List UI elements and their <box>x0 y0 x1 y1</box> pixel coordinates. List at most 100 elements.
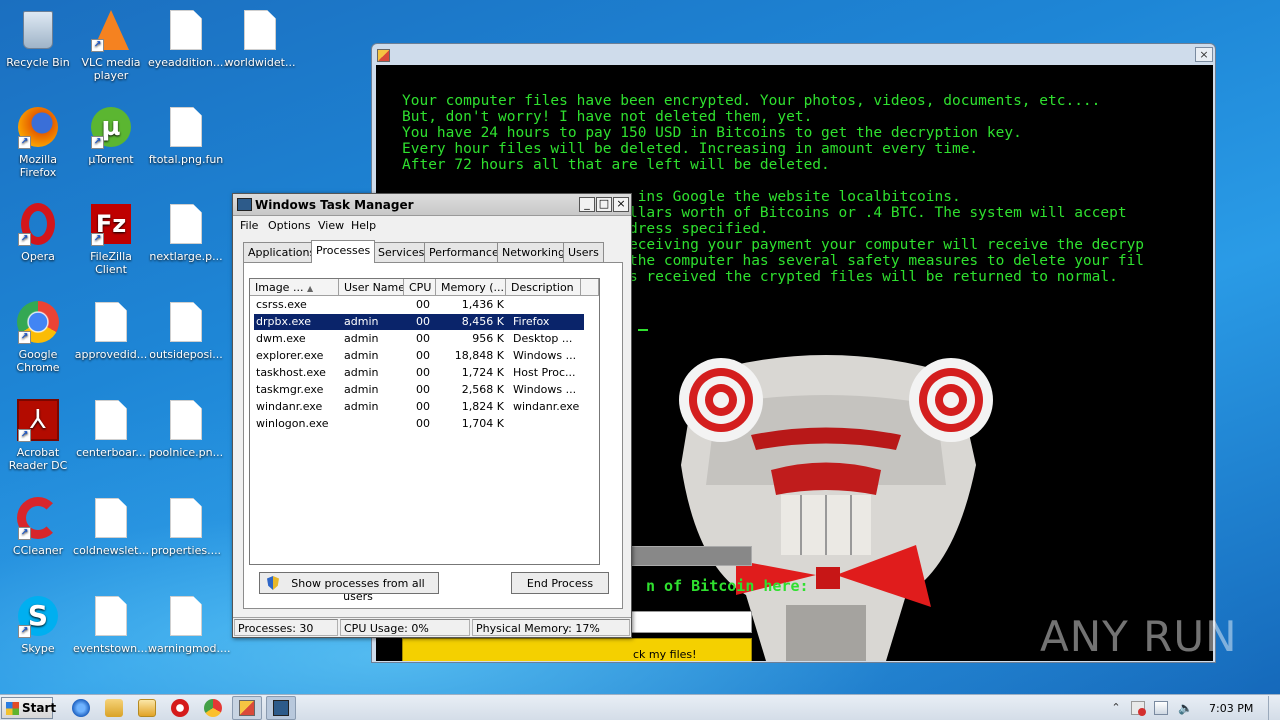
task-manager-window[interactable]: Windows Task Manager _ □ × File Options … <box>232 193 632 638</box>
ransomware-taskbar-icon <box>239 700 255 716</box>
desktop-icon-file[interactable]: eyeaddition.... <box>148 8 227 69</box>
column-user-name[interactable]: User Name <box>339 279 404 296</box>
tab-networking[interactable]: Networking <box>497 242 570 262</box>
process-row[interactable]: csrss.exe 00 1,436 K <box>254 297 584 313</box>
process-row[interactable]: taskmgr.exe admin 00 2,568 K Windows ... <box>254 382 584 398</box>
status-cpu-usage: CPU Usage: 0% <box>340 619 470 636</box>
firefox-icon: ↗ <box>16 105 60 149</box>
taskbar: Start ⌃ 🔈 7:03 PM <box>0 694 1280 720</box>
tab-users[interactable]: Users <box>563 242 604 262</box>
menu-options[interactable]: Options <box>268 219 310 232</box>
start-button[interactable]: Start <box>1 697 57 719</box>
process-cpu-cell: 00 <box>416 400 430 413</box>
media-player-icon[interactable] <box>138 699 156 717</box>
desktop-icon-file[interactable]: warningmod.... <box>148 594 230 655</box>
desktop-icon-file[interactable]: outsideposi... <box>148 300 224 361</box>
shortcut-arrow-icon: ↗ <box>91 39 104 52</box>
process-image-cell: dwm.exe <box>256 332 306 345</box>
opera-icon: ↗ <box>16 202 60 246</box>
menu-file[interactable]: File <box>240 219 258 232</box>
desktop-icon-ccleaner[interactable]: ↗ CCleaner <box>0 496 76 557</box>
column-cpu[interactable]: CPU <box>404 279 436 296</box>
desktop-icon-acrobat[interactable]: ⅄ ↗ Acrobat Reader DC <box>0 398 76 472</box>
task-manager-titlebar[interactable]: Windows Task Manager _ □ × <box>233 194 631 216</box>
ransomware-app-icon <box>377 49 390 62</box>
column-image-name[interactable]: Image ... ▲ <box>250 279 339 296</box>
desktop-icon-file[interactable]: coldnewslet... <box>73 496 149 557</box>
shortcut-arrow-icon: ↗ <box>18 331 31 344</box>
column-description[interactable]: Description <box>506 279 581 296</box>
chrome-taskbar-icon[interactable] <box>204 699 222 717</box>
process-row[interactable]: dwm.exe admin 00 956 K Desktop ... <box>254 331 584 347</box>
desktop-icon-chrome[interactable]: ↗ Google Chrome <box>0 300 76 374</box>
process-row[interactable]: taskhost.exe admin 00 1,724 K Host Proc... <box>254 365 584 381</box>
chrome-icon: ↗ <box>16 300 60 344</box>
desktop-icon-utorrent[interactable]: µ ↗ µTorrent <box>73 105 149 166</box>
tab-applications[interactable]: Applications <box>243 242 321 262</box>
shortcut-arrow-icon: ↗ <box>91 136 104 149</box>
explorer-folder-icon[interactable] <box>105 699 123 717</box>
process-memory-cell: 18,848 K <box>454 349 504 362</box>
desktop-icon-file[interactable]: properties.... <box>148 496 224 557</box>
file-icon <box>89 300 133 344</box>
desktop-icon-recycle-bin[interactable]: Recycle Bin <box>0 8 76 69</box>
ccleaner-icon: ↗ <box>16 496 60 540</box>
show-hidden-icons-icon[interactable]: ⌃ <box>1109 701 1123 715</box>
task-manager-taskbar-button[interactable] <box>266 696 296 720</box>
tab-processes[interactable]: Processes <box>311 240 376 263</box>
action-center-flag-icon[interactable] <box>1131 701 1146 716</box>
process-memory-cell: 2,568 K <box>461 383 504 396</box>
column-memory[interactable]: Memory (... <box>436 279 506 296</box>
desktop-icon-skype[interactable]: S ↗ Skype <box>0 594 76 655</box>
tab-performance[interactable]: Performance <box>424 242 504 262</box>
end-process-button[interactable]: End Process <box>511 572 609 594</box>
tab-services[interactable]: Services <box>373 242 430 262</box>
internet-explorer-icon[interactable] <box>72 699 90 717</box>
desktop-icon-label: VLC media player <box>81 56 141 82</box>
ransom-note-line: You have 24 hours to pay 150 USD in Bitc… <box>402 125 1022 141</box>
desktop-icon-firefox[interactable]: ↗ Mozilla Firefox <box>0 105 76 179</box>
show-all-processes-button[interactable]: Show processes from all users <box>259 572 439 603</box>
process-user-cell: admin <box>344 315 379 328</box>
status-bar: Processes: 30 CPU Usage: 0% Physical Mem… <box>233 617 631 637</box>
volume-icon[interactable]: 🔈 <box>1178 701 1193 715</box>
file-icon <box>164 8 208 52</box>
desktop-icon-file[interactable]: eventstown.... <box>73 594 151 655</box>
process-row[interactable]: windanr.exe admin 00 1,824 K windanr.exe <box>254 399 584 415</box>
desktop-icon-label: ftotal.png.fun <box>148 153 224 166</box>
process-row[interactable]: winlogon.exe 00 1,704 K <box>254 416 584 432</box>
maximize-button[interactable]: □ <box>596 197 612 212</box>
ransomware-taskbar-button[interactable] <box>232 696 262 720</box>
shortcut-arrow-icon: ↗ <box>91 233 104 246</box>
desktop-icon-file[interactable]: worldwidet... <box>222 8 298 69</box>
process-user-cell: admin <box>344 349 379 362</box>
process-list[interactable]: Image ... ▲ User Name CPU Memory (... De… <box>249 278 600 565</box>
desktop-icon-file[interactable]: nextlarge.p... <box>148 202 224 263</box>
system-clock[interactable]: 7:03 PM <box>1209 702 1253 715</box>
window-title: Windows Task Manager <box>255 198 414 212</box>
desktop-icon-vlc[interactable]: ↗ VLC media player <box>73 8 149 82</box>
desktop-icon-file[interactable]: poolnice.pn... <box>148 398 224 459</box>
close-button[interactable]: × <box>613 197 629 212</box>
menu-help[interactable]: Help <box>351 219 376 232</box>
start-label: Start <box>22 701 57 715</box>
show-desktop-button[interactable] <box>1268 696 1279 720</box>
opera-taskbar-icon[interactable] <box>171 699 189 717</box>
desktop-icon-file[interactable]: centerboar... <box>73 398 149 459</box>
process-row[interactable]: drpbx.exe admin 00 8,456 K Firefox <box>254 314 584 330</box>
process-image-cell: drpbx.exe <box>256 315 311 328</box>
network-icon[interactable] <box>1154 701 1168 715</box>
ransomware-close-button[interactable]: × <box>1195 47 1213 62</box>
status-processes: Processes: 30 <box>234 619 338 636</box>
minimize-button[interactable]: _ <box>579 197 595 212</box>
process-row[interactable]: explorer.exe admin 00 18,848 K Windows ... <box>254 348 584 364</box>
desktop-icon-file[interactable]: ftotal.png.fun <box>148 105 224 166</box>
desktop-icon-label: Opera <box>21 250 55 263</box>
desktop-icon-opera[interactable]: ↗ Opera <box>0 202 76 263</box>
menu-view[interactable]: View <box>318 219 344 232</box>
desktop-icon-file[interactable]: approvedid... <box>73 300 149 361</box>
file-icon <box>164 105 208 149</box>
check-files-button[interactable]: ck my files! <box>402 638 752 661</box>
desktop-icon-label: poolnice.pn... <box>148 446 224 459</box>
desktop-icon-filezilla[interactable]: Fz ↗ FileZilla Client <box>73 202 149 276</box>
